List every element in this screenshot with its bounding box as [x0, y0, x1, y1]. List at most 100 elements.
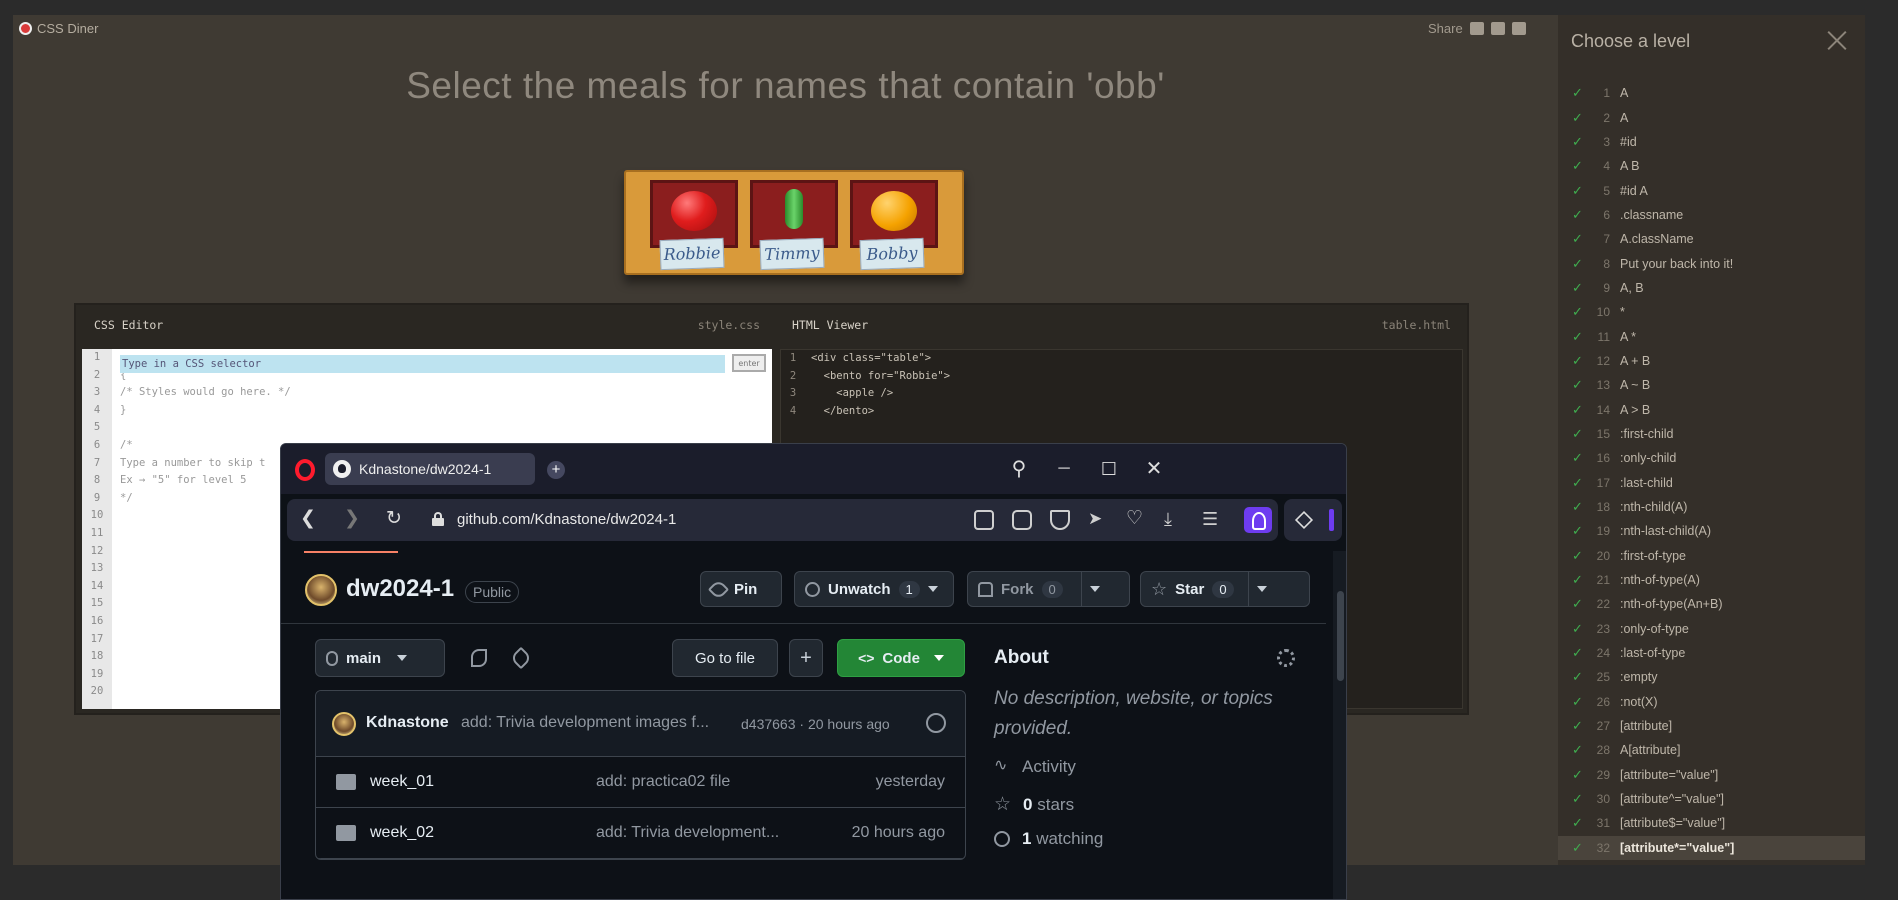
- level-item[interactable]: ✓ 20:first-of-type: [1558, 544, 1865, 568]
- level-item[interactable]: ✓ 25:empty: [1558, 665, 1865, 689]
- level-item[interactable]: ✓ 3 #id: [1558, 130, 1865, 154]
- level-item[interactable]: ✓ 8 Put your back into it!: [1558, 251, 1865, 275]
- level-item[interactable]: ✓ 13 A ~ B: [1558, 373, 1865, 397]
- facebook-icon[interactable]: [1490, 22, 1505, 35]
- level-item[interactable]: ✓ 27 [attribute]: [1558, 714, 1865, 738]
- edit-icon[interactable]: [974, 510, 994, 530]
- level-item[interactable]: ✓ 19:nth-last-child(A): [1558, 519, 1865, 543]
- send-icon[interactable]: ➤: [1088, 510, 1108, 530]
- url-field[interactable]: github.com/Kdnastone/dw2024-1: [457, 511, 676, 528]
- table-row[interactable]: week_02 add: Trivia development... 20 ho…: [316, 808, 965, 859]
- level-item[interactable]: ✓ 18:nth-child(A): [1558, 495, 1865, 519]
- orange-icon[interactable]: [871, 191, 917, 231]
- star-button[interactable]: ☆ Star 0: [1140, 571, 1310, 607]
- add-file-button[interactable]: +: [789, 639, 823, 677]
- level-item[interactable]: ✓ 23:only-of-type: [1558, 617, 1865, 641]
- commit-author[interactable]: Kdnastone: [366, 714, 449, 732]
- watching-link[interactable]: 1 watching: [994, 829, 1103, 849]
- enter-button[interactable]: enter: [732, 354, 766, 372]
- shield-icon[interactable]: [1050, 510, 1070, 530]
- new-tab-button[interactable]: +: [547, 461, 565, 479]
- settings-sliders-icon[interactable]: ☰: [1202, 510, 1222, 530]
- level-item[interactable]: ✓ 21:nth-of-type(A): [1558, 568, 1865, 592]
- email-icon[interactable]: [1469, 22, 1484, 35]
- level-item[interactable]: ✓ 14 A > B: [1558, 397, 1865, 421]
- maximize-icon[interactable]: ☐: [1096, 457, 1122, 483]
- lock-icon[interactable]: [432, 512, 444, 526]
- branches-icon[interactable]: [471, 649, 487, 667]
- level-item[interactable]: ✓ 4 A B: [1558, 154, 1865, 178]
- level-item[interactable]: ✓ 31 [attribute$="value"]: [1558, 811, 1865, 835]
- level-item[interactable]: ✓ 2 A: [1558, 105, 1865, 129]
- level-item[interactable]: ✓ 6 .classname: [1558, 203, 1865, 227]
- file-name[interactable]: week_01: [370, 773, 434, 791]
- file-commit-message[interactable]: add: Trivia development...: [596, 824, 796, 842]
- pin-button[interactable]: Pin: [700, 571, 782, 607]
- sidebar-toggle[interactable]: [1329, 509, 1334, 531]
- close-icon[interactable]: [1826, 29, 1848, 51]
- tag-icon[interactable]: [509, 646, 533, 670]
- profile-icon[interactable]: [1244, 507, 1272, 533]
- gear-icon[interactable]: [1277, 649, 1295, 667]
- level-item[interactable]: ✓ 1 A: [1558, 81, 1865, 105]
- code-button[interactable]: <> Code: [837, 639, 965, 677]
- chevron-down-icon[interactable]: [1256, 586, 1267, 592]
- stars-link[interactable]: ☆ 0 stars: [994, 793, 1074, 816]
- pickle-icon[interactable]: [785, 189, 803, 229]
- file-name[interactable]: week_02: [370, 824, 434, 842]
- search-icon[interactable]: ⚲: [1006, 457, 1032, 483]
- css-selector-input[interactable]: [120, 355, 725, 373]
- forward-icon[interactable]: ❯: [339, 507, 365, 530]
- eye-icon: [805, 581, 820, 597]
- level-item[interactable]: ✓ 24:last-of-type: [1558, 641, 1865, 665]
- close-window-icon[interactable]: ✕: [1141, 457, 1167, 483]
- scrollbar-thumb[interactable]: [1337, 591, 1344, 681]
- opera-logo-icon[interactable]: [295, 459, 315, 481]
- level-item[interactable]: ✓ 22:nth-of-type(An+B): [1558, 592, 1865, 616]
- level-item[interactable]: ✓ 29 [attribute="value"]: [1558, 763, 1865, 787]
- level-item[interactable]: ✓ 26:not(X): [1558, 690, 1865, 714]
- level-item[interactable]: ✓ 32 [attribute*="value"]: [1558, 835, 1865, 860]
- twitter-icon[interactable]: [1511, 22, 1526, 35]
- tab-active[interactable]: Kdnastone/dw2024-1: [325, 453, 535, 485]
- bento-bobby[interactable]: [850, 180, 938, 248]
- bento-robbie[interactable]: [650, 180, 738, 248]
- file-commit-message[interactable]: add: practica02 file: [596, 773, 796, 791]
- level-item[interactable]: ✓ 9 A, B: [1558, 276, 1865, 300]
- commit-meta[interactable]: d437663 · 20 hours ago: [741, 716, 890, 732]
- commit-message[interactable]: add: Trivia development images f...: [461, 714, 731, 732]
- go-to-file-button[interactable]: Go to file: [672, 639, 778, 677]
- chevron-down-icon[interactable]: [1089, 586, 1100, 592]
- reload-icon[interactable]: ↻: [381, 507, 407, 530]
- level-item[interactable]: ✓ 10 *: [1558, 300, 1865, 324]
- camera-icon[interactable]: [1012, 510, 1032, 530]
- activity-link[interactable]: ∿ Activity: [994, 757, 1076, 777]
- commit-author-avatar[interactable]: [332, 712, 356, 736]
- owner-avatar[interactable]: [305, 574, 337, 606]
- unwatch-button[interactable]: Unwatch 1: [794, 571, 954, 607]
- chevron-down-icon[interactable]: [927, 586, 938, 592]
- level-item[interactable]: ✓ 5 #id A: [1558, 178, 1865, 202]
- apple-icon[interactable]: [671, 191, 717, 231]
- table-row[interactable]: week_01 add: practica02 file yesterday: [316, 757, 965, 808]
- download-icon[interactable]: ⤓: [1164, 510, 1184, 530]
- brand[interactable]: CSS Diner: [19, 21, 98, 36]
- level-item[interactable]: ✓ 12 A + B: [1558, 349, 1865, 373]
- history-icon[interactable]: [926, 713, 946, 733]
- branch-select[interactable]: main: [315, 639, 445, 677]
- level-item[interactable]: ✓ 15:first-child: [1558, 422, 1865, 446]
- level-item[interactable]: ✓ 11 A *: [1558, 324, 1865, 348]
- heart-icon[interactable]: ♡: [1126, 509, 1146, 530]
- scrollbar[interactable]: [1333, 551, 1346, 899]
- fork-button[interactable]: Fork 0: [967, 571, 1130, 607]
- minimize-icon[interactable]: ─: [1051, 457, 1077, 483]
- level-item[interactable]: ✓ 28 A[attribute]: [1558, 738, 1865, 762]
- level-item[interactable]: ✓ 16:only-child: [1558, 446, 1865, 470]
- level-item[interactable]: ✓ 17:last-child: [1558, 471, 1865, 495]
- level-item[interactable]: ✓ 30 [attribute^="value"]: [1558, 787, 1865, 811]
- bento-timmy[interactable]: [750, 180, 838, 248]
- level-item[interactable]: ✓ 7 A.className: [1558, 227, 1865, 251]
- extensions-icon[interactable]: [1294, 510, 1314, 530]
- repo-name[interactable]: dw2024-1: [346, 575, 454, 603]
- back-icon[interactable]: ❮: [295, 507, 321, 530]
